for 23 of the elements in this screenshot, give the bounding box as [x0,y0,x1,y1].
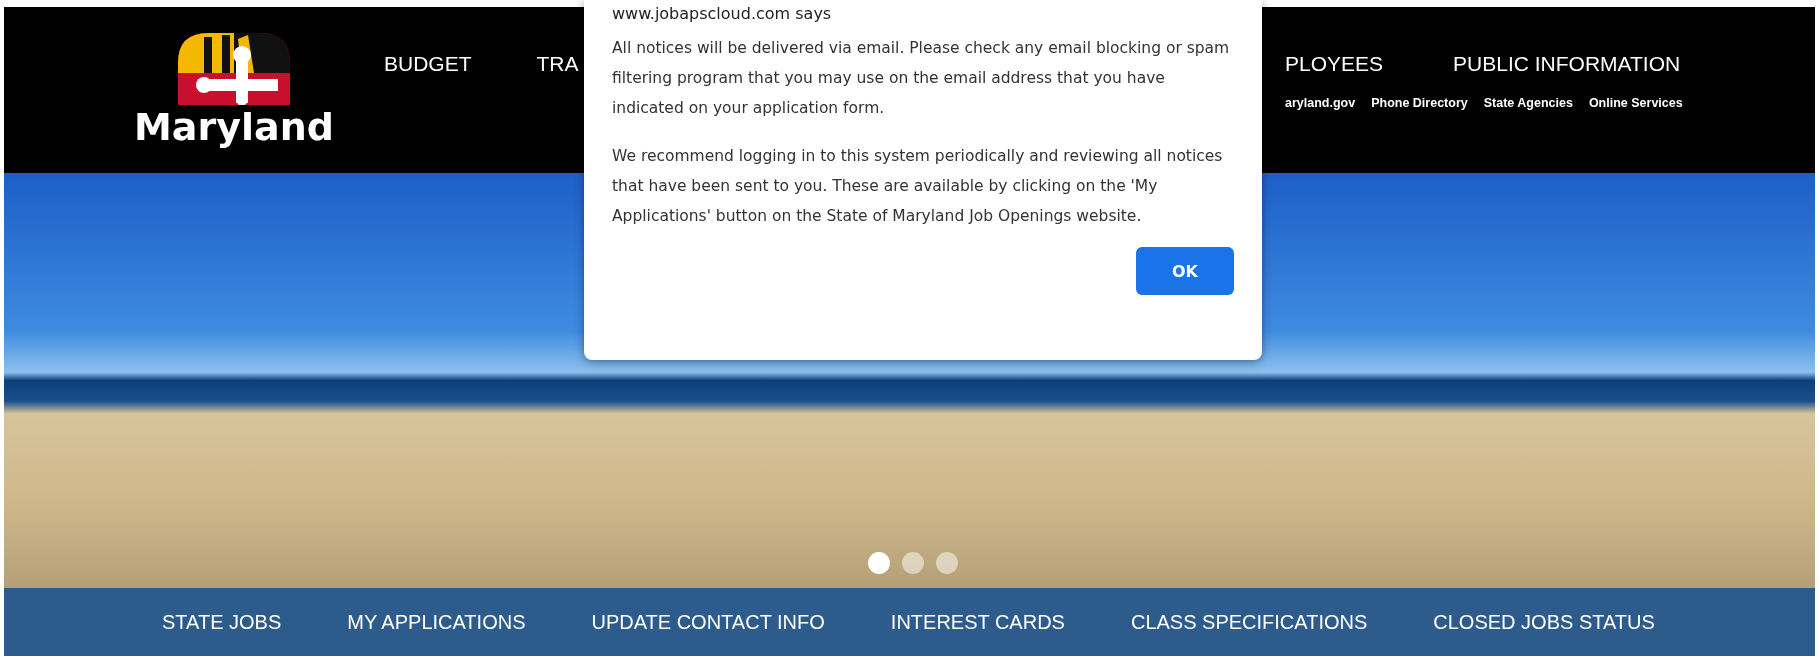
nav-link[interactable]: TRA [536,52,579,76]
carousel-dot[interactable] [936,552,958,574]
nav-link[interactable]: BUDGET [384,52,472,76]
nav-link[interactable]: MY APPLICATIONS [347,610,526,634]
nav-link[interactable]: INTEREST CARDS [890,610,1065,634]
utility-link[interactable]: Online Services [1588,96,1683,110]
dialog-title: www.jobapscloud.com says [612,4,833,23]
ok-button[interactable]: OK [1136,247,1234,295]
dialog-message: All notices will be delivered via email. Please check any email blocking or spam filtering program that you may use on the email address that you have indicated on your application form. [612,38,1231,119]
nav-link[interactable]: STATE JOBS [162,610,282,634]
utility-link[interactable]: Phone Directory [1371,96,1468,110]
flag-logo-icon [178,33,290,105]
carousel-dot[interactable] [902,552,924,574]
carousel-dot[interactable] [868,552,890,574]
nav-link[interactable]: PLOYEES [1285,52,1384,76]
nav-link[interactable]: CLASS SPECIFICATIONS [1130,610,1368,634]
nav-link[interactable]: PUBLIC INFORMATION [1453,52,1681,76]
nav-link[interactable]: CLOSED JOBS STATUS [1433,610,1655,634]
utility-link[interactable]: aryland.gov [1285,96,1356,110]
logo-text[interactable]: Maryland [134,105,334,149]
utility-link[interactable]: State Agencies [1483,96,1573,110]
dialog-message: We recommend logging in to this system periodically and reviewing all notices that have been sent to you. These are available by clicking on the 'My Applications' button on the State of Maryland Job Openings website. [612,146,1224,227]
nav-link[interactable]: UPDATE CONTACT INFO [591,610,825,634]
